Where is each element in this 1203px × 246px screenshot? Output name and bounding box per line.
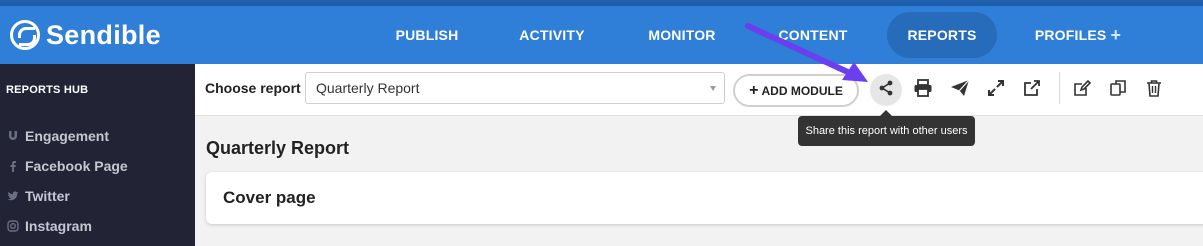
sidebar-item-label: Facebook Page bbox=[25, 158, 128, 174]
add-module-button[interactable]: + ADD MODULE bbox=[733, 74, 859, 107]
nav-publish-label: PUBLISH bbox=[395, 27, 459, 43]
nav-profiles[interactable]: PROFILES + bbox=[1024, 12, 1132, 58]
plus-icon: + bbox=[749, 81, 759, 99]
edit-icon bbox=[1073, 79, 1092, 102]
nav-reports-label: REPORTS bbox=[907, 27, 977, 43]
trash-icon bbox=[1146, 79, 1162, 102]
nav-profiles-label: PROFILES bbox=[1034, 27, 1107, 43]
app-name: Sendible bbox=[46, 19, 161, 50]
nav-publish[interactable]: PUBLISH bbox=[384, 12, 470, 58]
sidebar-item-twitter[interactable]: Twitter bbox=[6, 186, 70, 206]
report-select[interactable]: Quarterly Report bbox=[305, 72, 725, 104]
toolbar-divider bbox=[1059, 72, 1060, 104]
browser-strip bbox=[0, 0, 1203, 6]
print-button[interactable] bbox=[908, 76, 938, 104]
duplicate-icon bbox=[1109, 79, 1127, 102]
expand-icon bbox=[987, 79, 1005, 102]
nav-content[interactable]: CONTENT bbox=[764, 12, 862, 58]
delete-report-button[interactable] bbox=[1139, 76, 1169, 104]
sidebar-item-label: Twitter bbox=[25, 188, 70, 204]
top-navigation-bar: Sendible PUBLISH ACTIVITY MONITOR CONTEN… bbox=[0, 0, 1203, 64]
nav-activity[interactable]: ACTIVITY bbox=[506, 12, 598, 58]
external-link-icon bbox=[1023, 79, 1041, 102]
share-report-button[interactable] bbox=[870, 74, 902, 106]
plus-icon: + bbox=[1110, 25, 1122, 45]
sidebar-item-facebook-page[interactable]: Facebook Page bbox=[6, 156, 128, 176]
share-tooltip: Share this report with other users bbox=[798, 110, 975, 146]
cover-page-title: Cover page bbox=[223, 188, 316, 207]
twitter-icon bbox=[6, 189, 20, 203]
sidebar-item-instagram[interactable]: Instagram bbox=[6, 216, 92, 236]
nav-monitor[interactable]: MONITOR bbox=[636, 12, 728, 58]
sidebar-title: REPORTS HUB bbox=[6, 84, 89, 96]
nav-reports[interactable]: REPORTS bbox=[887, 12, 997, 58]
send-button[interactable] bbox=[945, 76, 975, 104]
share-icon bbox=[877, 79, 895, 102]
duplicate-report-button[interactable] bbox=[1103, 76, 1133, 104]
send-icon bbox=[950, 79, 970, 102]
open-external-button[interactable] bbox=[1017, 76, 1047, 104]
add-module-label: ADD MODULE bbox=[761, 83, 843, 98]
print-icon bbox=[913, 78, 933, 102]
cover-page-card[interactable]: Cover page bbox=[206, 172, 1203, 224]
edit-report-button[interactable] bbox=[1067, 76, 1097, 104]
report-select-value: Quarterly Report bbox=[316, 80, 420, 96]
tooltip-text: Share this report with other users bbox=[805, 125, 968, 137]
sendible-logo[interactable]: Sendible bbox=[10, 18, 161, 52]
sidebar-item-label: Engagement bbox=[25, 128, 110, 144]
choose-report-label: Choose report bbox=[205, 80, 301, 96]
fullscreen-button[interactable] bbox=[981, 76, 1011, 104]
nav-monitor-label: MONITOR bbox=[648, 27, 716, 43]
report-title: Quarterly Report bbox=[206, 138, 350, 158]
sendible-logo-icon bbox=[10, 20, 40, 50]
sidebar-item-engagement[interactable]: Engagement bbox=[6, 126, 109, 146]
sidebar: REPORTS HUB Engagement Facebook Page Twi… bbox=[0, 64, 195, 246]
nav-content-label: CONTENT bbox=[778, 27, 848, 43]
report-toolbar: Choose report Quarterly Report + ADD MOD… bbox=[195, 64, 1203, 116]
instagram-icon bbox=[6, 219, 20, 233]
caret-down-icon bbox=[710, 86, 716, 91]
facebook-icon bbox=[6, 159, 20, 173]
magnet-icon bbox=[6, 129, 20, 143]
nav-activity-label: ACTIVITY bbox=[519, 27, 585, 43]
sidebar-item-label: Instagram bbox=[25, 218, 92, 234]
